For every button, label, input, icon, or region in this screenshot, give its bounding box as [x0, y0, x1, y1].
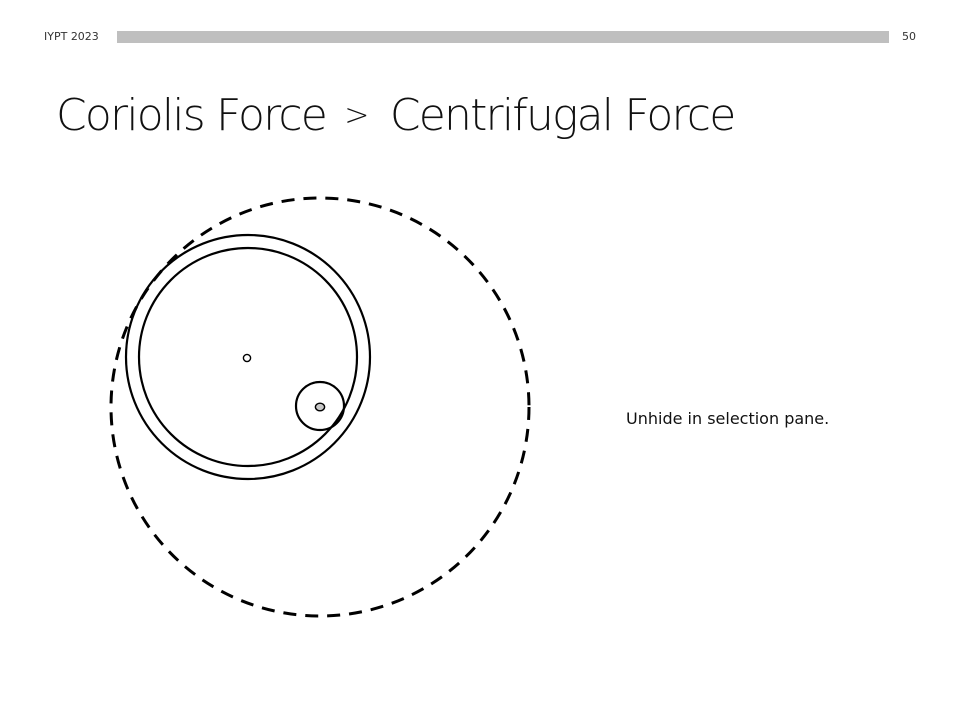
small-disc-dot — [314, 402, 326, 412]
slide-progress-fill — [117, 31, 889, 43]
event-label: IYPT 2023 — [44, 30, 99, 43]
title-part-coriolis: Coriolis Force — [56, 90, 328, 141]
dashed-trajectory-circle — [109, 196, 531, 618]
title-separator: > — [344, 98, 369, 133]
slide-title: Coriolis Force > Centrifugal Force — [56, 84, 736, 153]
inner-ring-circle — [137, 246, 359, 468]
small-disc-circle — [294, 380, 346, 432]
center-point-o — [242, 353, 252, 363]
outer-ring-circle — [124, 233, 372, 481]
hidden-content-note: Unhide in selection pane. — [626, 409, 830, 428]
slide-progress-bar — [117, 31, 889, 43]
title-part-centrifugal: Centrifugal Force — [389, 90, 736, 141]
page-number: 50 — [902, 30, 916, 43]
